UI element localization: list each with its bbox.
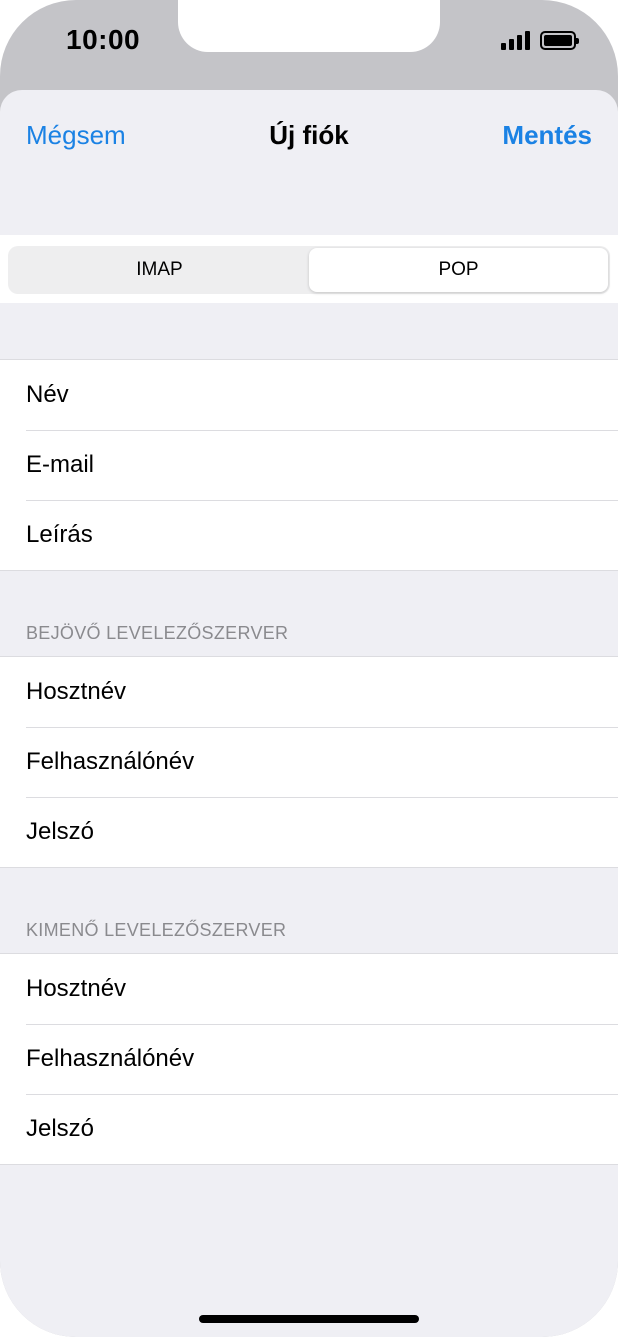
field-label: Hosztnév bbox=[26, 975, 127, 1002]
phone-frame: 10:00 Mégsem Új fiók Mentés IMAP POP Név… bbox=[0, 0, 618, 1337]
field-label: Jelszó bbox=[26, 1115, 95, 1142]
account-info-group: Név E-mail Leírás bbox=[0, 359, 618, 571]
navigation-bar: Mégsem Új fiók Mentés bbox=[0, 90, 618, 235]
field-label: Jelszó bbox=[26, 818, 95, 845]
notch bbox=[178, 0, 440, 52]
field-label: Felhasználónév bbox=[26, 748, 195, 775]
status-icons bbox=[501, 30, 579, 50]
incoming-username-field[interactable]: Felhasználónév bbox=[0, 727, 618, 797]
signal-icon bbox=[501, 30, 530, 50]
name-field[interactable]: Név bbox=[0, 360, 618, 430]
outgoing-username-field[interactable]: Felhasználónév bbox=[0, 1024, 618, 1094]
description-field[interactable]: Leírás bbox=[0, 500, 618, 570]
segment-imap[interactable]: IMAP bbox=[10, 248, 309, 292]
protocol-selector-area: IMAP POP bbox=[0, 235, 618, 303]
outgoing-server-header: KIMENŐ LEVELEZŐSZERVER bbox=[26, 920, 287, 940]
incoming-server-header: BEJÖVŐ LEVELEZŐSZERVER bbox=[26, 623, 289, 643]
battery-icon bbox=[540, 30, 579, 50]
field-label: Hosztnév bbox=[26, 678, 127, 705]
new-account-sheet: Mégsem Új fiók Mentés IMAP POP Név E-mai… bbox=[0, 90, 618, 1337]
incoming-hostname-field[interactable]: Hosztnév bbox=[0, 657, 618, 727]
segment-pop[interactable]: POP bbox=[309, 248, 608, 292]
incoming-password-field[interactable]: Jelszó bbox=[0, 797, 618, 867]
save-button[interactable]: Mentés bbox=[502, 120, 592, 151]
incoming-server-group: Hosztnév Felhasználónév Jelszó bbox=[0, 656, 618, 868]
status-time: 10:00 bbox=[66, 24, 141, 55]
field-label: Leírás bbox=[26, 521, 93, 548]
outgoing-password-field[interactable]: Jelszó bbox=[0, 1094, 618, 1164]
outgoing-hostname-field[interactable]: Hosztnév bbox=[0, 954, 618, 1024]
field-label: Felhasználónév bbox=[26, 1045, 195, 1072]
email-field[interactable]: E-mail bbox=[0, 430, 618, 500]
field-label: E-mail bbox=[26, 451, 95, 478]
home-indicator bbox=[199, 1315, 419, 1323]
protocol-segmented-control: IMAP POP bbox=[8, 246, 610, 294]
field-label: Név bbox=[26, 381, 69, 408]
outgoing-server-group: Hosztnév Felhasználónév Jelszó bbox=[0, 953, 618, 1165]
